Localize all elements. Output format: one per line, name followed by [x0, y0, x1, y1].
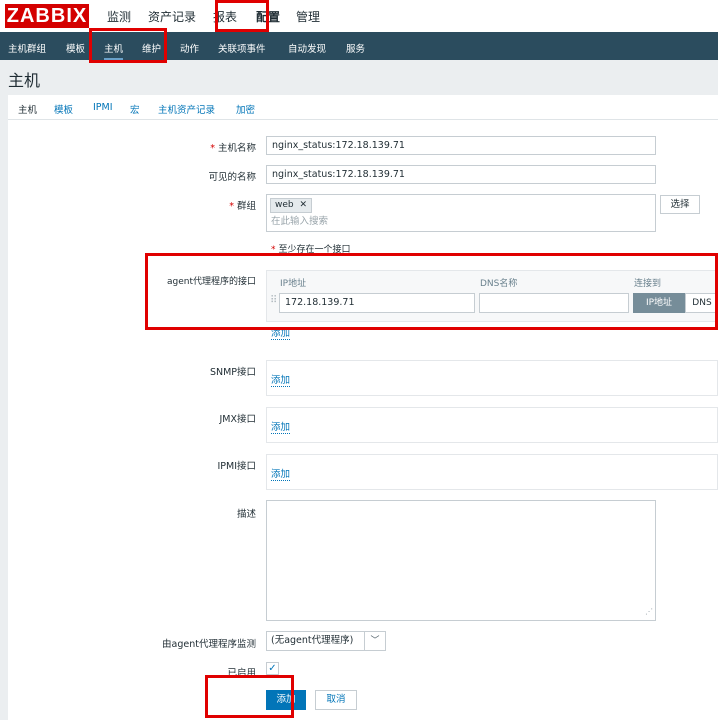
dns-column-header: DNS名称 — [480, 279, 518, 289]
nav-inventory[interactable]: 资产记录 — [148, 8, 196, 25]
groups-label: * 群组 — [229, 201, 256, 212]
subnav-hosts[interactable]: 主机 — [104, 41, 124, 61]
proxy-selected-value: (无agent代理程序) — [271, 635, 354, 646]
proxy-select[interactable]: (无agent代理程序) ﹀ — [266, 631, 386, 651]
nav-monitoring[interactable]: 监测 — [107, 8, 131, 25]
form-tabs: 主机 模板 IPMI 宏 主机资产记录 加密 — [8, 95, 718, 123]
enabled-label: 已启用 — [227, 668, 256, 679]
subnav-maintenance[interactable]: 维护 — [142, 41, 161, 55]
groups-multiselect[interactable]: web ✕ 在此输入搜索 — [266, 194, 656, 232]
visible-name-label: 可见的名称 — [208, 172, 256, 183]
dns-name-input[interactable] — [479, 293, 629, 313]
zabbix-logo[interactable]: ZABBIX — [5, 4, 89, 28]
add-button[interactable]: 添加 — [266, 690, 306, 710]
nav-configuration[interactable]: 配置 — [256, 8, 280, 25]
subnav-host-groups[interactable]: 主机群组 — [8, 41, 46, 55]
ipmi-add-link[interactable]: 添加 — [271, 466, 291, 481]
tab-encryption[interactable]: 加密 — [236, 102, 255, 116]
ip-column-header: IP地址 — [280, 279, 307, 289]
enabled-checkbox[interactable]: ✓ — [266, 662, 279, 675]
agent-interface-label: agent代理程序的接口 — [167, 277, 256, 287]
tab-ipmi[interactable]: IPMI — [93, 102, 113, 113]
connect-dns-toggle[interactable]: DNS — [685, 293, 718, 313]
agent-add-link[interactable]: 添加 — [271, 325, 291, 340]
tab-macros[interactable]: 宏 — [130, 102, 140, 116]
nav-administration[interactable]: 管理 — [296, 8, 320, 25]
group-tag-label: web — [275, 200, 294, 210]
host-name-input[interactable]: nginx_status:172.18.139.71 — [266, 136, 656, 155]
jmx-add-link[interactable]: 添加 — [271, 419, 291, 434]
tab-inventory[interactable]: 主机资产记录 — [158, 102, 215, 116]
page-title: 主机 — [8, 71, 41, 90]
select-group-button[interactable]: 选择 — [660, 195, 700, 214]
ipmi-interface-label: IPMI接口 — [217, 461, 256, 472]
jmx-interface-label: JMX接口 — [219, 414, 256, 425]
subnav-correlation[interactable]: 关联项事件 — [218, 41, 266, 55]
top-bar: ZABBIX 监测 资产记录 报表 配置 管理 — [0, 0, 718, 32]
cancel-button[interactable]: 取消 — [315, 690, 357, 710]
snmp-interface-area — [266, 360, 718, 396]
host-name-label: * 主机名称 — [210, 143, 256, 154]
snmp-add-link[interactable]: 添加 — [271, 372, 291, 387]
connect-column-header: 连接到 — [634, 279, 662, 289]
host-form: * 主机名称 nginx_status:172.18.139.71 可见的名称 n… — [8, 120, 718, 720]
group-search-placeholder[interactable]: 在此输入搜索 — [271, 215, 328, 229]
sub-navigation: 主机群组 模板 主机 维护 动作 关联项事件 自动发现 服务 — [0, 32, 718, 61]
ipmi-interface-area — [266, 454, 718, 490]
jmx-interface-area — [266, 407, 718, 443]
description-label: 描述 — [236, 509, 256, 520]
ip-address-input[interactable]: 172.18.139.71 — [279, 293, 475, 313]
subnav-templates[interactable]: 模板 — [66, 41, 85, 55]
snmp-interface-label: SNMP接口 — [209, 367, 256, 378]
visible-name-input[interactable]: nginx_status:172.18.139.71 — [266, 165, 656, 184]
connect-ip-toggle[interactable]: IP地址 — [633, 293, 685, 313]
remove-icon[interactable]: ✕ — [300, 200, 308, 210]
description-textarea[interactable]: ⋰ — [266, 500, 656, 621]
check-icon: ✓ — [268, 663, 277, 674]
subnav-services[interactable]: 服务 — [346, 41, 365, 55]
subnav-actions[interactable]: 动作 — [180, 41, 199, 55]
nav-reports[interactable]: 报表 — [213, 8, 237, 25]
chevron-down-icon[interactable]: ﹀ — [364, 632, 385, 650]
resize-handle-icon[interactable]: ⋰ — [645, 603, 653, 620]
agent-interface-table: IP地址 DNS名称 连接到 ⠿ 172.18.139.71 IP地址 DNS — [266, 270, 718, 322]
subnav-discovery[interactable]: 自动发现 — [288, 41, 326, 55]
interface-required-note: * 至少存在一个接口 — [271, 245, 351, 255]
drag-handle-icon[interactable]: ⠿ — [270, 295, 277, 306]
group-tag: web ✕ — [270, 198, 313, 213]
proxy-label: 由agent代理程序监测 — [162, 639, 256, 650]
tab-templates[interactable]: 模板 — [54, 102, 73, 116]
